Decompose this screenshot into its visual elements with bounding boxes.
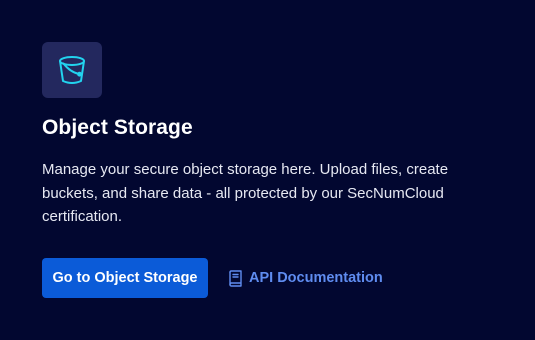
book-icon [228,269,243,287]
card-title: Object Storage [42,116,193,139]
card-description: Manage your secure object storage here. … [42,161,449,225]
object-storage-icon-tile [42,42,102,98]
api-documentation-label: API Documentation [249,270,383,286]
api-documentation-link[interactable]: API Documentation [228,266,383,290]
go-to-object-storage-button[interactable]: Go to Object Storage [42,258,208,298]
object-storage-card: Object Storage Manage your secure object… [0,0,535,340]
bucket-icon [59,56,85,84]
